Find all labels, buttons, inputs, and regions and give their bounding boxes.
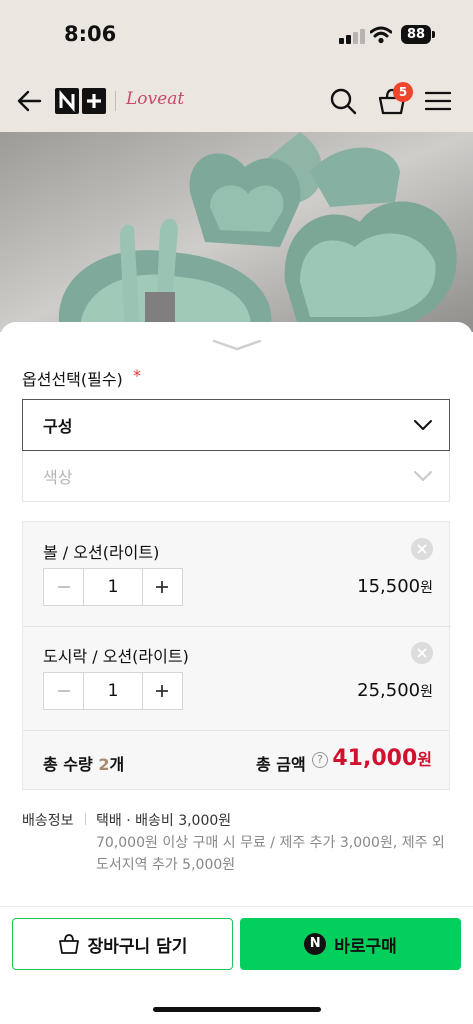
price-currency: 원 xyxy=(420,580,433,596)
total-price-currency: 원 xyxy=(417,750,432,769)
shipping-fee: 택배 · 배송비 3,000원 xyxy=(96,813,232,829)
total-price-value: 41,000 xyxy=(332,746,418,771)
plus-icon xyxy=(156,581,169,593)
status-bar: 8:06 88 xyxy=(0,0,473,72)
total-quantity-count: 2 xyxy=(98,755,110,774)
wifi-icon xyxy=(370,26,392,44)
product-image xyxy=(0,132,473,332)
total-quantity-unit: 개 xyxy=(109,755,125,774)
status-time: 8:06 xyxy=(64,22,117,46)
price-value: 25,500 xyxy=(357,680,421,701)
buy-now-button[interactable]: N 바로구매 xyxy=(240,918,461,970)
selected-item: 볼 / 오션(라이트) 1 15,500원 xyxy=(23,522,451,627)
logo-divider xyxy=(115,91,116,111)
shipping-label: 배송정보 xyxy=(22,813,74,829)
battery-indicator: 88 xyxy=(401,25,431,44)
add-to-cart-label: 장바구니 담기 xyxy=(87,936,188,957)
increase-button[interactable] xyxy=(143,569,182,605)
option-title: 옵션선택(필수) xyxy=(22,370,123,389)
color-select[interactable]: 색상 xyxy=(22,451,450,502)
search-icon[interactable] xyxy=(328,86,358,116)
total-amount-label: 총 금액 xyxy=(256,755,306,774)
decrease-button[interactable] xyxy=(44,569,83,605)
nav-bar: Loveat 5 xyxy=(0,72,473,132)
remove-item-icon[interactable] xyxy=(411,642,433,664)
naver-n-icon: N xyxy=(304,933,327,955)
decrease-button[interactable] xyxy=(44,673,83,709)
minus-icon xyxy=(57,586,70,588)
minus-icon xyxy=(57,690,70,692)
battery-tip xyxy=(432,31,435,38)
quantity-value[interactable]: 1 xyxy=(83,673,143,709)
quantity-stepper: 1 xyxy=(43,568,183,606)
selected-items-panel: 볼 / 오션(라이트) 1 15,500원 도시락 / 오션(라이트) 1 25… xyxy=(22,521,451,791)
total-row: 총 수량 2개 총 금액 ? 41,000원 xyxy=(23,730,449,791)
required-mark: * xyxy=(133,366,141,385)
chevron-down-icon xyxy=(414,420,432,430)
quantity-stepper: 1 xyxy=(43,672,183,710)
brand-logo[interactable]: Loveat xyxy=(126,89,184,109)
remove-item-icon[interactable] xyxy=(411,538,433,560)
shopping-bag-icon xyxy=(58,934,79,954)
help-icon[interactable]: ? xyxy=(312,752,328,768)
menu-icon[interactable] xyxy=(425,90,451,112)
quantity-value[interactable]: 1 xyxy=(83,569,143,605)
composition-select-label: 구성 xyxy=(43,417,73,436)
color-select-label: 색상 xyxy=(43,468,73,487)
item-name: 볼 / 오션(라이트) xyxy=(43,543,160,562)
total-price: 41,000원 xyxy=(332,746,432,771)
nplus-logo-icon[interactable] xyxy=(55,88,107,114)
add-to-cart-button[interactable]: 장바구니 담기 xyxy=(12,918,233,970)
selected-item: 도시락 / 오션(라이트) 1 25,500원 xyxy=(23,626,451,730)
plus-icon xyxy=(156,685,169,697)
signal-icon xyxy=(339,28,365,44)
cart-count-badge: 5 xyxy=(393,82,413,102)
item-price: 25,500원 xyxy=(357,680,433,701)
shipping-note: 70,000원 이상 구매 시 무료 / 제주 추가 3,000원, 제주 외 … xyxy=(96,835,445,873)
shipping-divider xyxy=(85,813,86,825)
total-quantity-label: 총 수량 xyxy=(43,755,93,774)
composition-select[interactable]: 구성 xyxy=(22,399,450,451)
sheet-handle-icon[interactable] xyxy=(212,338,262,352)
chevron-down-icon xyxy=(414,471,432,481)
price-currency: 원 xyxy=(420,684,433,700)
back-arrow-icon[interactable] xyxy=(16,88,42,114)
item-price: 15,500원 xyxy=(357,576,433,597)
total-quantity: 총 수량 2개 xyxy=(43,751,124,775)
home-indicator xyxy=(153,1007,321,1012)
option-sheet: 옵션선택(필수) * 구성 색상 볼 / 오션(라이트) 1 15,500원 도… xyxy=(0,322,473,1024)
item-name: 도시락 / 오션(라이트) xyxy=(43,647,189,666)
buy-now-label: 바로구매 xyxy=(334,936,397,957)
price-value: 15,500 xyxy=(357,576,421,597)
increase-button[interactable] xyxy=(143,673,182,709)
bottom-divider xyxy=(0,906,473,907)
